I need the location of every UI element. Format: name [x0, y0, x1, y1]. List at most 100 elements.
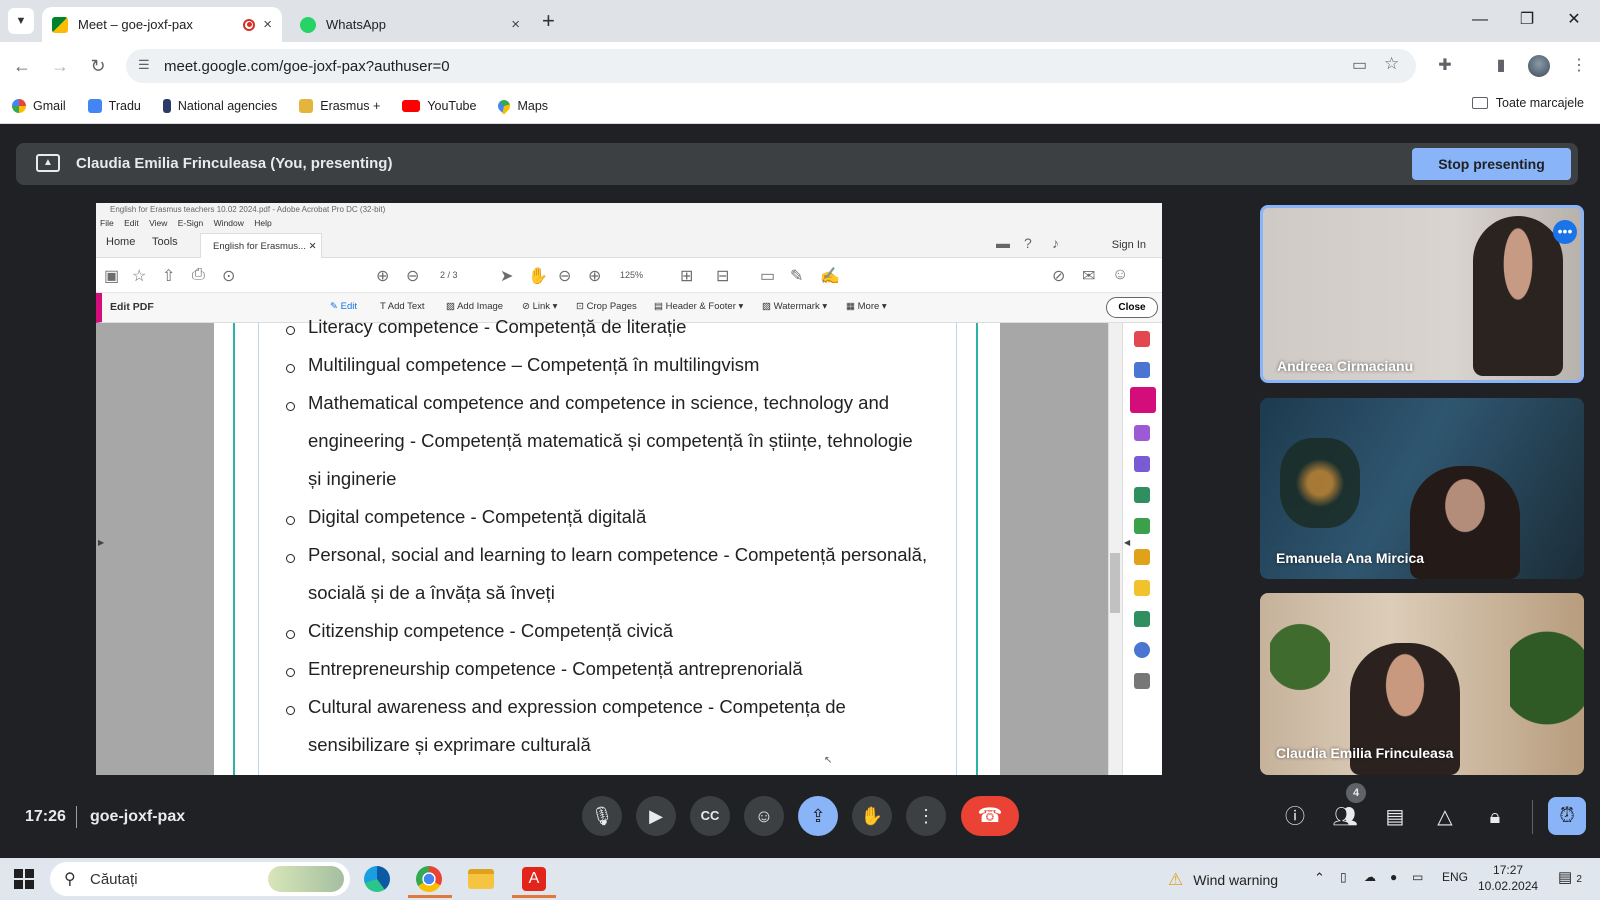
cloud-icon[interactable]: ☁: [1364, 870, 1376, 884]
device-icon[interactable]: ▯: [1340, 870, 1347, 884]
page-indicator[interactable]: 2 / 3: [440, 270, 458, 280]
site-info-icon[interactable]: ☰: [138, 57, 150, 73]
zoom-out-icon[interactable]: ⊖: [558, 266, 571, 286]
bookmark-maps[interactable]: Maps: [495, 97, 548, 114]
fill-sign-icon[interactable]: [1134, 456, 1150, 472]
protect-icon[interactable]: [1134, 642, 1150, 658]
add-person-icon[interactable]: ☺: [1112, 266, 1128, 284]
right-panel-toggle-icon[interactable]: ◀: [1124, 538, 1130, 547]
timer-button[interactable]: ⏰︎: [1548, 797, 1586, 835]
spreadsheet-icon[interactable]: [1134, 518, 1150, 534]
hand-icon[interactable]: ✋: [528, 266, 548, 286]
more-options-button[interactable]: ⋮: [906, 796, 946, 836]
zoom-level[interactable]: 125%: [620, 270, 643, 280]
captions-button[interactable]: CC: [690, 796, 730, 836]
select-cursor-icon[interactable]: ➤: [500, 266, 513, 286]
camera-button[interactable]: ▶: [636, 796, 676, 836]
forward-button[interactable]: →: [46, 52, 74, 80]
new-tab-button[interactable]: +: [542, 8, 555, 34]
scrollbar-thumb[interactable]: [1110, 553, 1120, 613]
edit-pdf-tool-icon[interactable]: [1130, 387, 1156, 413]
taskbar-clock[interactable]: 17:27 10.02.2024: [1478, 862, 1538, 894]
back-button[interactable]: ←: [8, 52, 36, 80]
battery-icon[interactable]: ▭: [1412, 870, 1423, 884]
acrobat-doc-tab[interactable]: English for Erasmus... ✕: [200, 233, 322, 258]
menu-file[interactable]: File: [100, 218, 114, 228]
microphone-button[interactable]: 🎙︎: [582, 796, 622, 836]
bookmark-youtube[interactable]: YouTube: [402, 99, 476, 113]
reload-button[interactable]: ↻: [84, 52, 112, 80]
host-controls-button[interactable]: 🔒︎: [1481, 803, 1509, 831]
extensions-icon[interactable]: ✚: [1432, 53, 1458, 79]
sign-icon[interactable]: ✍: [820, 266, 840, 286]
restore-button[interactable]: ❐: [1507, 8, 1547, 32]
zoom-in-icon[interactable]: ⊕: [588, 266, 601, 286]
reactions-button[interactable]: ☺: [744, 796, 784, 836]
activities-button[interactable]: △: [1431, 803, 1459, 831]
menu-esign[interactable]: E-Sign: [178, 218, 204, 228]
vertical-scrollbar[interactable]: [1108, 323, 1122, 775]
sign-in-link[interactable]: Sign In: [1112, 239, 1146, 251]
print-production-icon[interactable]: [1134, 611, 1150, 627]
menu-view[interactable]: View: [149, 218, 167, 228]
comment-tool-icon[interactable]: ▭: [760, 266, 775, 286]
show-hidden-icons-icon[interactable]: ⌃: [1314, 870, 1325, 886]
page-up-icon[interactable]: ⊕: [376, 266, 389, 286]
bookmark-erasmus[interactable]: Erasmus +: [299, 98, 380, 113]
present-button[interactable]: ⇪: [798, 796, 838, 836]
comment-icon[interactable]: ▬: [996, 235, 1010, 251]
acrobat-tab-tools[interactable]: Tools: [152, 236, 178, 248]
edge-app[interactable]: [362, 864, 394, 894]
all-bookmarks[interactable]: Toate marcajele: [1471, 96, 1584, 110]
chat-button[interactable]: ▤: [1381, 803, 1409, 831]
close-window-button[interactable]: ✕: [1554, 8, 1594, 32]
help-icon[interactable]: ?: [1024, 235, 1032, 251]
microphone-tray-icon[interactable]: ●: [1390, 870, 1397, 884]
more-menu-icon[interactable]: ⋮: [1566, 53, 1592, 79]
send-review-icon[interactable]: [1134, 549, 1150, 565]
participant-tile[interactable]: Claudia Emilia Frinculeasa: [1260, 593, 1584, 775]
organize-pages-icon[interactable]: [1134, 425, 1150, 441]
taskbar-search[interactable]: ⚲ Căutați: [50, 862, 350, 896]
create-pdf-icon[interactable]: [1134, 331, 1150, 347]
more-tool[interactable]: ▦ More ▾: [846, 301, 887, 312]
header-footer-tool[interactable]: ▤ Header & Footer ▾: [654, 301, 743, 312]
participant-tile[interactable]: Emanuela Ana Mircica: [1260, 398, 1584, 579]
page-down-icon[interactable]: ⊖: [406, 266, 419, 286]
email-icon[interactable]: ✉: [1082, 266, 1095, 286]
close-edit-button[interactable]: Close: [1106, 297, 1158, 318]
zoom-search-icon[interactable]: ⊙: [222, 266, 235, 286]
acrobat-app[interactable]: A: [512, 864, 556, 898]
link-tool[interactable]: ⊘ Link ▾: [522, 301, 557, 312]
people-button[interactable]: 👥︎: [1331, 803, 1359, 831]
export-pdf-icon[interactable]: [1134, 487, 1150, 503]
crop-pages-tool[interactable]: ⊡ Crop Pages: [576, 301, 637, 312]
close-icon[interactable]: ✕: [309, 241, 317, 252]
save-icon[interactable]: ▣: [104, 266, 119, 286]
menu-window[interactable]: Window: [214, 218, 244, 228]
language-indicator[interactable]: ENG: [1442, 870, 1468, 884]
scroll-mode-icon[interactable]: ⊟: [716, 266, 729, 286]
print-icon[interactable]: ⎙: [192, 266, 205, 284]
file-explorer-app[interactable]: [466, 864, 498, 894]
star-icon[interactable]: ☆: [1384, 54, 1399, 74]
menu-edit[interactable]: Edit: [124, 218, 139, 228]
minimize-button[interactable]: —: [1460, 8, 1500, 32]
meeting-info-button[interactable]: ⓘ: [1281, 803, 1309, 831]
link-share-icon[interactable]: ⊘: [1052, 266, 1065, 286]
chrome-app[interactable]: [408, 864, 452, 898]
participant-tile[interactable]: ••• Andreea Cirmacianu: [1260, 205, 1584, 383]
close-tab-button[interactable]: ×: [263, 16, 272, 33]
menu-help[interactable]: Help: [254, 218, 271, 228]
bookmark-national-agencies[interactable]: National agencies: [162, 98, 277, 113]
add-image-tool[interactable]: ▨ Add Image: [446, 301, 503, 312]
side-panel-icon[interactable]: ▮: [1488, 53, 1514, 79]
acrobat-tab-home[interactable]: Home: [106, 236, 135, 248]
tab-meet[interactable]: Meet – goe-joxf-pax ×: [42, 7, 282, 42]
fit-page-icon[interactable]: ⊞: [680, 266, 693, 286]
more-tools-icon[interactable]: [1134, 673, 1150, 689]
camera-icon[interactable]: ▭: [1352, 55, 1367, 75]
tab-search-button[interactable]: ▼: [8, 8, 34, 34]
add-text-tool[interactable]: T Add Text: [380, 301, 425, 312]
close-tab-button[interactable]: ×: [511, 16, 520, 33]
